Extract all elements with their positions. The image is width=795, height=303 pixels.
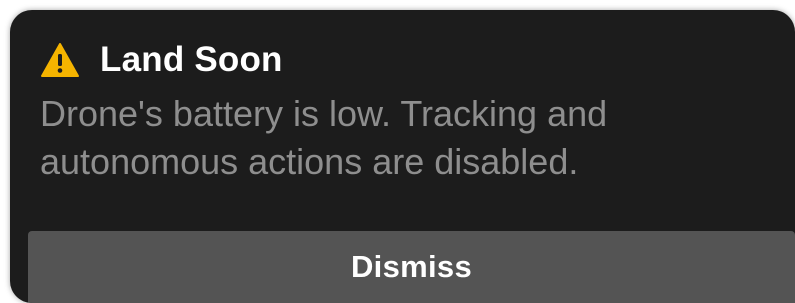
alert-message: Drone's battery is low. Tracking and aut… — [40, 93, 608, 182]
alert-header: Land Soon — [40, 38, 283, 82]
dismiss-button-label: Dismiss — [351, 249, 472, 284]
warning-triangle-icon — [40, 42, 80, 78]
alert-dialog: Land Soon Drone's battery is low. Tracki… — [10, 10, 795, 303]
alert-title: Land Soon — [100, 40, 283, 79]
dismiss-button[interactable]: Dismiss — [28, 231, 795, 303]
